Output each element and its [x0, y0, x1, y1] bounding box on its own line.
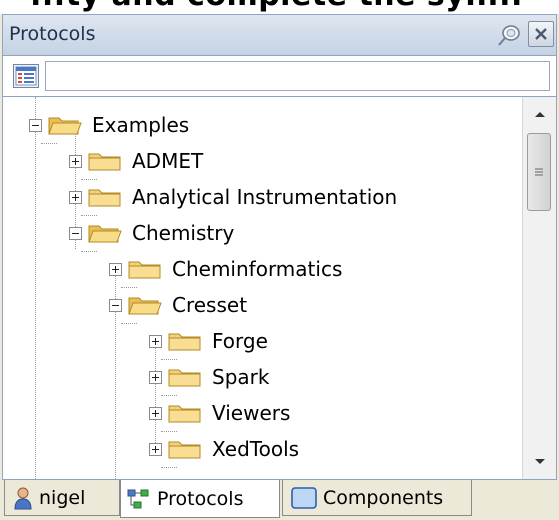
collapse-toggle[interactable] — [109, 298, 122, 312]
protocols-panel: Protocols Examples ADMET Analytical Inst… — [0, 14, 559, 520]
background-window-strip: ...ty and complete the syn... — [0, 0, 559, 14]
folder-icon — [168, 405, 201, 423]
tree-node-chemistry[interactable]: Chemistry — [69, 215, 234, 251]
folder-open-icon — [48, 117, 82, 135]
tree-node-label: Cresset — [172, 293, 248, 317]
protocol-tree: Examples ADMET Analytical Instrumentatio… — [2, 96, 557, 480]
tree-node-cresset[interactable]: Cresset — [109, 287, 247, 323]
protocols-icon — [127, 489, 149, 508]
tab-protocols[interactable]: Protocols — [120, 480, 280, 518]
tab-nigel[interactable]: nigel — [4, 480, 120, 516]
expand-toggle[interactable] — [69, 190, 82, 204]
vertical-scrollbar[interactable] — [522, 97, 556, 479]
scroll-thumb[interactable] — [527, 133, 551, 211]
arrow-down-icon — [534, 459, 545, 464]
tree-node-label: Cheminformatics — [172, 257, 343, 281]
folder-icon — [128, 261, 161, 279]
close-button[interactable] — [528, 21, 554, 47]
components-icon — [291, 486, 317, 509]
folder-open-icon — [128, 297, 162, 315]
scroll-down-button[interactable] — [523, 445, 556, 479]
user-icon — [14, 487, 32, 509]
tree-node-label: Viewers — [212, 401, 291, 425]
expand-toggle[interactable] — [149, 334, 162, 348]
expand-toggle[interactable] — [109, 262, 122, 276]
panel-toolbar — [2, 56, 557, 96]
pin-button[interactable] — [496, 22, 524, 48]
scroll-up-button[interactable] — [523, 97, 556, 131]
tree-node-label: Chemistry — [132, 221, 235, 245]
expand-toggle[interactable] — [149, 442, 162, 456]
tree-node-label: Spark — [212, 365, 270, 389]
folder-open-icon — [88, 225, 122, 243]
collapse-toggle[interactable] — [69, 226, 82, 240]
tree-node-label: Examples — [92, 113, 190, 137]
expand-toggle[interactable] — [149, 370, 162, 384]
close-icon — [535, 28, 547, 40]
folder-icon — [168, 441, 201, 459]
tree-node-label: Analytical Instrumentation — [132, 185, 398, 209]
arrow-up-icon — [534, 112, 545, 117]
list-view-button[interactable] — [13, 64, 39, 88]
tab-label: Components — [323, 486, 444, 509]
panel-titlebar: Protocols — [2, 14, 557, 56]
panel-title: Protocols — [9, 23, 96, 45]
grip-icon — [535, 168, 543, 176]
list-view-icon — [15, 66, 37, 86]
folder-icon — [88, 153, 121, 171]
collapse-toggle[interactable] — [29, 118, 42, 132]
tab-label: nigel — [39, 486, 86, 509]
tree-node-cheminformatics[interactable]: Cheminformatics — [109, 251, 342, 287]
tree-node-label: Forge — [212, 329, 268, 353]
tree-node-xedtools[interactable]: XedTools — [149, 431, 299, 467]
tree-node-spark[interactable]: Spark — [149, 359, 269, 395]
background-window-text: ...ty and complete the syn... — [30, 0, 523, 13]
pin-icon — [498, 25, 520, 46]
tree-node-label: ADMET — [132, 149, 204, 173]
panel-tab-bar: nigel Protocols Components — [0, 480, 559, 520]
tab-label: Protocols — [157, 487, 244, 510]
folder-icon — [88, 189, 121, 207]
folder-icon — [168, 333, 201, 351]
tree-node-analytical-instrumentation[interactable]: Analytical Instrumentation — [69, 179, 397, 215]
protocol-search-input[interactable] — [45, 61, 550, 91]
folder-icon — [168, 369, 201, 387]
expand-toggle[interactable] — [69, 154, 82, 168]
tree-node-forge[interactable]: Forge — [149, 323, 268, 359]
tree-node-label: XedTools — [212, 437, 300, 461]
tab-components[interactable]: Components — [282, 480, 472, 516]
expand-toggle[interactable] — [149, 406, 162, 420]
tree-node-admet[interactable]: ADMET — [69, 143, 203, 179]
tree-node-examples[interactable]: Examples — [29, 107, 189, 143]
tree-node-viewers[interactable]: Viewers — [149, 395, 290, 431]
